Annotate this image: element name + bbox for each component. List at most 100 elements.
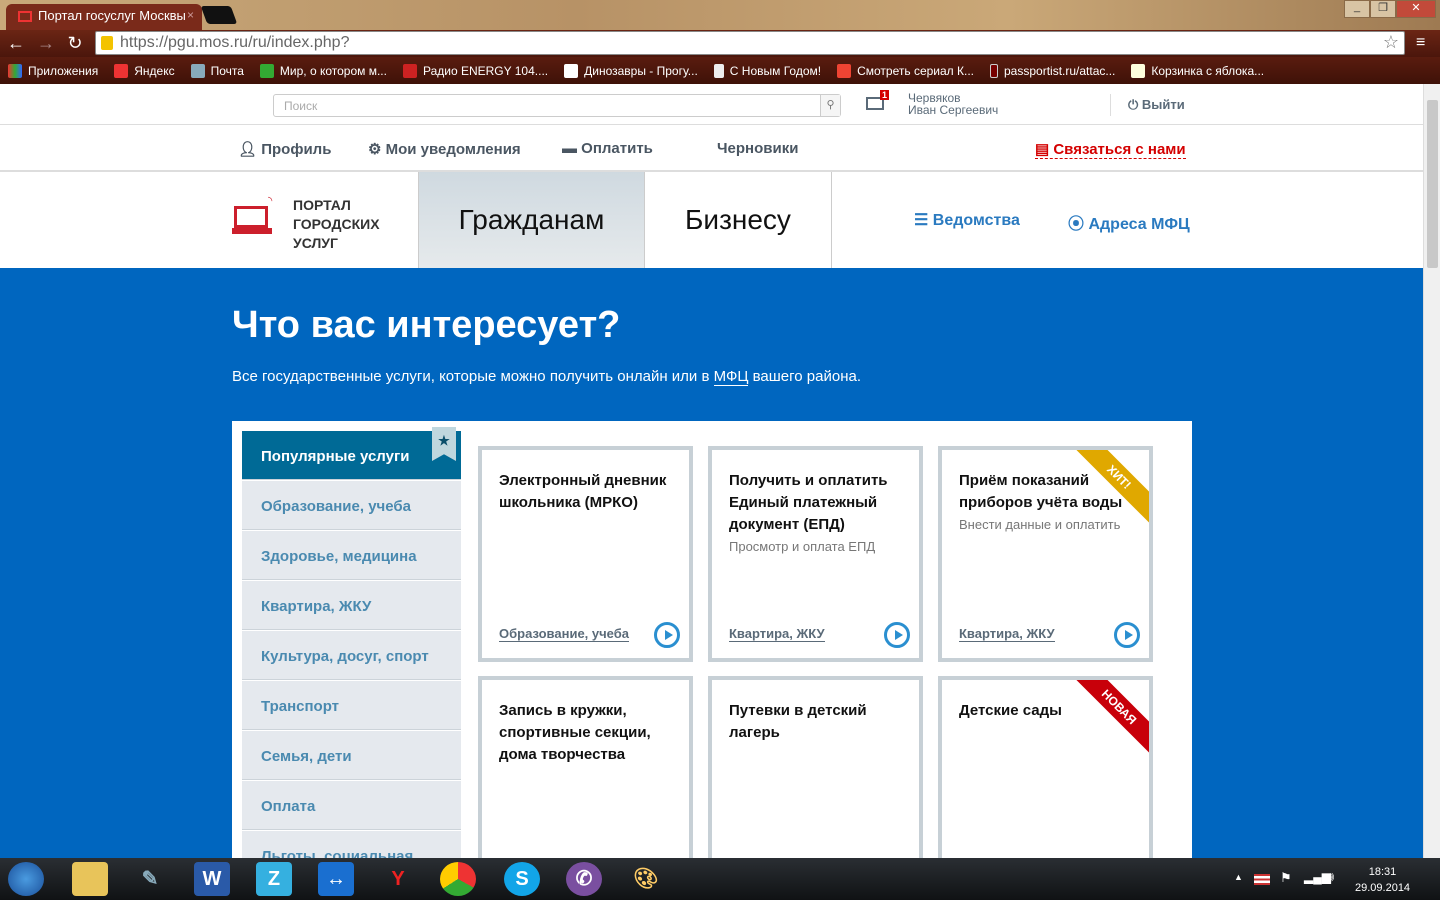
nav-notifications[interactable]: ⚙ Мои уведомления <box>368 140 521 158</box>
bookmark-star-icon[interactable]: ☆ <box>1383 32 1399 53</box>
browser-tab-strip: Портал госуслуг Москвы × _ ❐ ✕ <box>0 0 1440 30</box>
address-bar[interactable]: https://pgu.mos.ru/ru/index.php? ☆ <box>95 31 1405 55</box>
service-card[interactable]: Путевки в детский лагерь <box>708 676 923 858</box>
category-item[interactable]: Транспорт <box>242 681 461 730</box>
search-icon[interactable]: ⚲ <box>820 95 840 116</box>
zune-icon[interactable]: Z <box>256 862 292 896</box>
power-icon: ⏻ <box>1128 97 1142 112</box>
tab-citizens[interactable]: Гражданам <box>418 172 645 268</box>
browser-tab[interactable]: Портал госуслуг Москвы × <box>6 4 202 30</box>
minimize-button[interactable]: _ <box>1344 0 1370 18</box>
mfc-addresses-link[interactable]: ⦿ Адреса МФЦ <box>1068 210 1190 234</box>
nav-pay[interactable]: ▬ Оплатить <box>562 140 653 157</box>
search-input[interactable]: Поиск ⚲ <box>273 94 841 117</box>
clock-date: 29.09.2014 <box>1355 882 1411 894</box>
tab-business[interactable]: Бизнесу <box>645 172 832 268</box>
nav-drafts[interactable]: Черновики <box>717 140 798 157</box>
category-item[interactable]: Образование, учеба <box>242 481 461 530</box>
action-center-icon[interactable]: ⚑ <box>1280 870 1292 886</box>
category-item[interactable]: Льготы, социальная <box>242 831 461 858</box>
play-arrow-icon[interactable] <box>884 622 910 648</box>
service-card[interactable]: Электронный дневник школьника (МРКО) Обра… <box>478 446 693 662</box>
category-popular[interactable]: Популярные услуги ★ <box>242 427 461 480</box>
tray-expand-icon[interactable]: ▲ <box>1234 872 1243 882</box>
skype-icon[interactable]: S <box>504 862 540 896</box>
chrome-icon[interactable] <box>440 862 476 896</box>
bookmarks-bar: Приложения Яндекс Почта Мир, о котором м… <box>0 57 1440 84</box>
back-icon[interactable]: ← <box>4 33 28 54</box>
departments-link[interactable]: ☰ Ведомства <box>914 210 1020 230</box>
maximize-button[interactable]: ❐ <box>1370 0 1396 18</box>
explorer-icon[interactable] <box>72 862 108 896</box>
user-name[interactable]: Червяков Иван Сергеевич <box>908 92 998 116</box>
close-window-button[interactable]: ✕ <box>1396 0 1436 18</box>
play-arrow-icon[interactable] <box>654 622 680 648</box>
mfc-link[interactable]: МФЦ <box>713 368 749 386</box>
logout-button[interactable]: ⏻ Выйти <box>1128 97 1185 113</box>
card-title: Детские сады <box>959 702 1062 719</box>
yandex-browser-icon[interactable]: Y <box>380 862 416 896</box>
bookmark-ctc[interactable]: Смотреть сериал К... <box>837 63 974 78</box>
service-card[interactable]: Получить и оплатить Единый платежный док… <box>708 446 923 662</box>
angry-bird-icon <box>259 63 274 78</box>
bookmark-mir[interactable]: Мир, о котором м... <box>259 63 387 78</box>
chat-icon: ▤ <box>1035 141 1054 158</box>
scrollbar-thumb[interactable] <box>1427 100 1438 268</box>
notifications-mail-icon[interactable]: 1 <box>866 90 890 110</box>
service-card[interactable]: Детские сады НОВАЯ <box>938 676 1153 858</box>
category-item[interactable]: Здоровье, медицина <box>242 531 461 580</box>
bookmark-apps[interactable]: Приложения <box>8 63 98 78</box>
service-card[interactable]: Запись в кружки, спортивные секции, дома… <box>478 676 693 858</box>
service-card[interactable]: Приём показаний приборов учёта воды Внест… <box>938 446 1153 662</box>
language-flag-icon[interactable] <box>1254 874 1270 885</box>
forward-icon[interactable]: → <box>34 33 58 54</box>
portal-logo-text[interactable]: ПОРТАЛ ГОРОДСКИХ УСЛУГ <box>293 196 380 253</box>
passportist-icon <box>990 63 998 78</box>
bbc-icon <box>564 63 579 78</box>
site-favicon-icon <box>18 11 32 22</box>
page-icon <box>713 63 724 78</box>
viber-icon[interactable]: ✆ <box>566 862 602 896</box>
list-icon: ☰ <box>914 212 933 229</box>
contact-us-link[interactable]: ▤ Связаться с нами <box>1035 140 1186 159</box>
bookmark-mail[interactable]: Почта <box>190 63 244 78</box>
services-panel: Популярные услуги ★ Образование, учеба Зд… <box>232 421 1192 858</box>
url-text: https://pgu.mos.ru/ru/index.php? <box>120 34 350 51</box>
bookmark-yandex[interactable]: Яндекс <box>114 63 175 78</box>
card-category-link[interactable]: Квартира, ЖКУ <box>729 626 825 642</box>
start-button-icon[interactable] <box>8 862 44 896</box>
card-title: Электронный дневник школьника (МРКО) <box>499 472 667 511</box>
tab-title: Портал госуслуг Москвы <box>38 8 186 23</box>
volume-icon[interactable]: 🔊︎ <box>1326 869 1334 885</box>
category-item[interactable]: Семья, дети <box>242 731 461 780</box>
bookmark-new-year[interactable]: С Новым Годом! <box>713 63 821 78</box>
house-icon <box>1131 63 1146 78</box>
teamviewer-icon[interactable]: ↔ <box>318 862 354 896</box>
mail-count-badge: 1 <box>880 90 890 100</box>
category-item[interactable]: Квартира, ЖКУ <box>242 581 461 630</box>
system-clock[interactable]: 18:31 29.09.2014 <box>1355 864 1410 896</box>
bookmark-passportist[interactable]: passportist.ru/attac... <box>990 63 1115 78</box>
play-arrow-icon[interactable] <box>1114 622 1140 648</box>
category-item[interactable]: Оплата <box>242 781 461 830</box>
category-item[interactable]: Культура, досуг, спорт <box>242 631 461 680</box>
lock-warning-icon <box>101 36 113 50</box>
page-scrollbar[interactable] <box>1423 84 1440 858</box>
bookmark-dinosaurs[interactable]: Динозавры - Прогу... <box>564 63 698 78</box>
paint-icon[interactable]: 🎨︎ <box>628 862 664 896</box>
bookmark-basket[interactable]: Корзинка с яблока... <box>1131 63 1264 78</box>
card-description: Просмотр и оплата ЕПД <box>729 539 876 554</box>
nav-profile[interactable]: 👤︎ Профиль <box>238 140 331 158</box>
bookmark-energy[interactable]: Радио ENERGY 104.... <box>402 63 548 78</box>
scanner-icon[interactable]: ✎ <box>132 862 168 896</box>
portal-logo-icon[interactable]: ◝ <box>232 195 272 234</box>
browser-toolbar: ← → ↻ https://pgu.mos.ru/ru/index.php? ☆ … <box>0 30 1440 57</box>
menu-icon[interactable]: ≡ <box>1416 34 1425 52</box>
word-icon[interactable]: W <box>194 862 230 896</box>
card-icon: ▬ <box>562 140 582 157</box>
close-tab-icon[interactable]: × <box>187 8 194 22</box>
new-tab-button[interactable] <box>200 6 238 24</box>
card-category-link[interactable]: Образование, учеба <box>499 626 629 642</box>
card-category-link[interactable]: Квартира, ЖКУ <box>959 626 1055 642</box>
reload-icon[interactable]: ↻ <box>63 33 87 54</box>
